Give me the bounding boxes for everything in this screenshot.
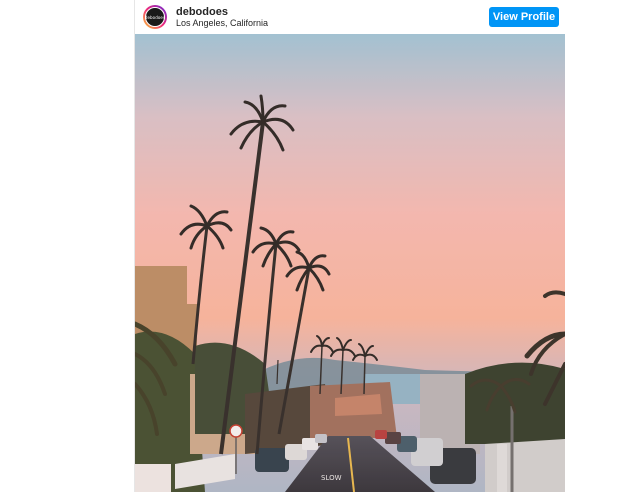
instagram-embed-card: debodoes debodoes Los Angeles, Californi… (134, 0, 565, 492)
post-header: debodoes debodoes Los Angeles, Californi… (135, 0, 565, 34)
sunset-street-image: SLOW (135, 34, 565, 492)
view-profile-button[interactable]: View Profile (489, 7, 559, 27)
location[interactable]: Los Angeles, California (176, 18, 268, 29)
avatar-logo: debodoes (145, 7, 165, 27)
avatar[interactable]: debodoes (143, 5, 167, 29)
user-info: debodoes Los Angeles, California (176, 6, 268, 29)
username[interactable]: debodoes (176, 6, 268, 18)
haze-overlay (135, 34, 565, 492)
post-photo[interactable]: SLOW (135, 34, 565, 492)
